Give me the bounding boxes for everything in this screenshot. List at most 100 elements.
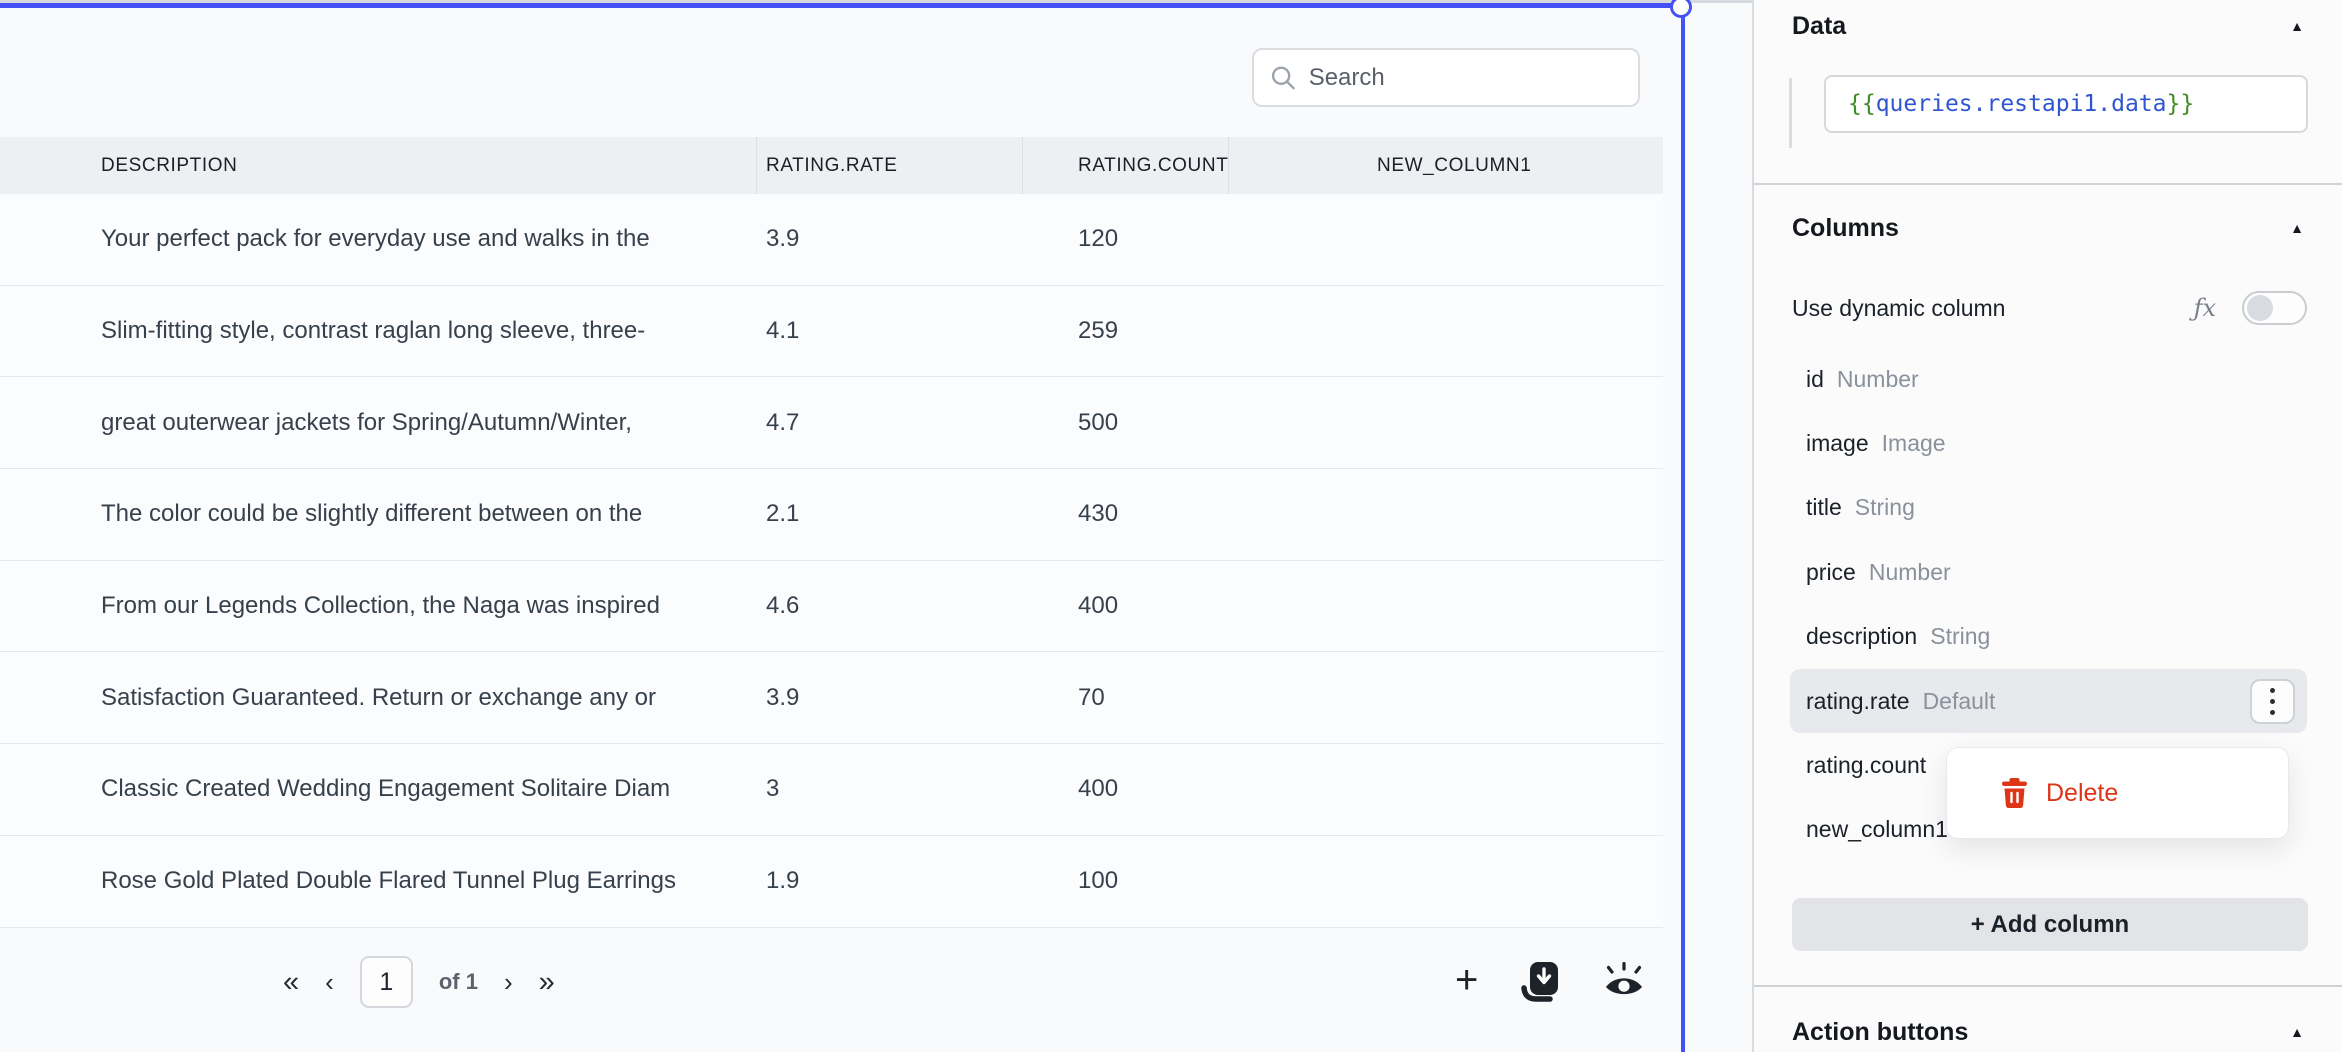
section-divider (1754, 183, 2342, 185)
download-icon[interactable] (1520, 961, 1560, 1003)
table-row[interactable]: great outerwear jackets for Spring/Autum… (0, 377, 1663, 469)
cell-rating-count[interactable]: 400 (1078, 561, 1238, 652)
cell-rating-rate[interactable]: 3.9 (766, 194, 1016, 285)
cell-rating-rate[interactable]: 4.6 (766, 561, 1016, 652)
code-query-path: queries.restapi1.data (1876, 91, 2167, 117)
column-name: id (1806, 366, 1824, 393)
cell-description[interactable]: Your perfect pack for everyday use and w… (101, 194, 746, 285)
collapse-triangle-icon[interactable]: ▲ (2290, 18, 2304, 34)
code-open-brace: {{ (1848, 91, 1876, 117)
cell-description[interactable]: Satisfaction Guaranteed. Return or excha… (101, 652, 746, 743)
section-header-columns[interactable]: Columns ▲ (1754, 206, 2342, 250)
pagination-prev-button[interactable]: ‹ (325, 967, 334, 998)
cell-description[interactable]: Slim-fitting style, contrast raglan long… (101, 286, 746, 377)
cell-rating-count[interactable]: 400 (1078, 744, 1238, 835)
search-input[interactable] (1309, 64, 1622, 92)
column-type: Default (1923, 688, 1996, 715)
pagination-first-button[interactable]: « (283, 966, 299, 999)
column-name: title (1806, 494, 1842, 521)
cell-rating-rate[interactable]: 1.9 (766, 836, 1016, 927)
dynamic-column-setting: Use dynamic column ƒx (1754, 284, 2342, 332)
column-type: String (1855, 494, 1915, 521)
table-search-box[interactable] (1252, 48, 1640, 107)
column-type: Number (1869, 559, 1951, 586)
header-rating-rate[interactable]: RATING.RATE (766, 137, 898, 194)
header-new-column1[interactable]: NEW_COLUMN1 (1377, 137, 1531, 194)
cell-rating-count[interactable]: 70 (1078, 652, 1238, 743)
dynamic-column-label: Use dynamic column (1792, 295, 2194, 322)
table-row[interactable]: Classic Created Wedding Engagement Solit… (0, 744, 1663, 836)
column-type: String (1930, 623, 1990, 650)
cell-rating-rate[interactable]: 2.1 (766, 469, 1016, 560)
header-rating-count[interactable]: RATING.COUNT (1078, 137, 1228, 194)
table-row[interactable]: Satisfaction Guaranteed. Return or excha… (0, 652, 1663, 744)
cell-rating-count[interactable]: 120 (1078, 194, 1238, 285)
cell-description[interactable]: The color could be slightly different be… (101, 469, 746, 560)
pagination-page-input[interactable]: 1 (360, 956, 413, 1008)
column-name: price (1806, 559, 1856, 586)
pagination-next-button[interactable]: › (504, 967, 513, 998)
table-row[interactable]: Slim-fitting style, contrast raglan long… (0, 286, 1663, 378)
cell-description[interactable]: Classic Created Wedding Engagement Solit… (101, 744, 746, 835)
section-header-action-buttons[interactable]: Action buttons ▲ (1754, 1010, 2342, 1052)
code-close-brace: }} (2167, 91, 2195, 117)
cell-rating-count[interactable]: 500 (1078, 377, 1238, 468)
cell-rating-rate[interactable]: 3 (766, 744, 1016, 835)
data-binding-input[interactable]: {{queries.restapi1.data}} (1824, 75, 2308, 133)
column-item-id[interactable]: id Number (1790, 347, 2307, 411)
table-row[interactable]: The color could be slightly different be… (0, 469, 1663, 561)
column-item-description[interactable]: description String (1790, 605, 2307, 669)
cell-description[interactable]: great outerwear jackets for Spring/Autum… (101, 377, 746, 468)
eye-icon[interactable] (1602, 962, 1646, 1002)
section-title: Action buttons (1792, 1018, 1968, 1047)
column-name: description (1806, 623, 1917, 650)
column-type: Image (1882, 430, 1946, 457)
column-name: image (1806, 430, 1869, 457)
column-type: Number (1837, 366, 1919, 393)
pagination: « ‹ 1 of 1 › » (283, 942, 555, 1022)
cell-description[interactable]: Rose Gold Plated Double Flared Tunnel Pl… (101, 836, 746, 927)
collapse-triangle-icon[interactable]: ▲ (2290, 1024, 2304, 1040)
selection-border-top (0, 3, 1683, 8)
indent-guide (1789, 78, 1792, 148)
search-icon (1270, 63, 1297, 93)
add-column-button[interactable]: + Add column (1792, 898, 2308, 951)
pagination-total-label: of 1 (439, 969, 478, 995)
cell-rating-rate[interactable]: 4.7 (766, 377, 1016, 468)
cell-rating-count[interactable]: 430 (1078, 469, 1238, 560)
column-menu-kebab-icon[interactable] (2250, 679, 2295, 724)
add-row-icon[interactable]: + (1455, 960, 1478, 1000)
inspector-panel: Data ▲ {{queries.restapi1.data}} Columns… (1752, 0, 2342, 1052)
column-name: new_column1 (1806, 816, 1948, 843)
toggle-knob (2247, 295, 2273, 321)
table-body: Your perfect pack for everyday use and w… (0, 194, 1663, 928)
table-row[interactable]: From our Legends Collection, the Naga wa… (0, 561, 1663, 653)
cell-rating-rate[interactable]: 3.9 (766, 652, 1016, 743)
header-description[interactable]: DESCRIPTION (101, 137, 237, 194)
column-divider[interactable] (1022, 137, 1023, 194)
table-row[interactable]: Rose Gold Plated Double Flared Tunnel Pl… (0, 836, 1663, 928)
delete-menu-item[interactable]: Delete (2046, 779, 2118, 808)
cell-description[interactable]: From our Legends Collection, the Naga wa… (101, 561, 746, 652)
column-name: rating.count (1806, 752, 1926, 779)
column-item-rating-rate[interactable]: rating.rate Default (1790, 669, 2307, 733)
fx-icon[interactable]: ƒx (2194, 294, 2216, 322)
column-item-image[interactable]: image Image (1790, 411, 2307, 475)
cell-rating-rate[interactable]: 4.1 (766, 286, 1016, 377)
table-header: DESCRIPTION RATING.RATE RATING.COUNT NEW… (0, 137, 1663, 194)
pagination-last-button[interactable]: » (539, 966, 555, 999)
column-divider[interactable] (756, 137, 757, 194)
table-footer: « ‹ 1 of 1 › » + (0, 942, 1663, 1022)
section-title: Data (1792, 12, 1846, 41)
column-item-price[interactable]: price Number (1790, 540, 2307, 604)
cell-rating-count[interactable]: 100 (1078, 836, 1238, 927)
cell-rating-count[interactable]: 259 (1078, 286, 1238, 377)
collapse-triangle-icon[interactable]: ▲ (2290, 220, 2304, 236)
column-name: rating.rate (1806, 688, 1910, 715)
column-item-title[interactable]: title String (1790, 476, 2307, 540)
column-context-menu: Delete (1946, 747, 2289, 839)
dynamic-column-toggle[interactable] (2242, 291, 2307, 325)
selection-resize-handle[interactable] (1670, 0, 1692, 18)
section-header-data[interactable]: Data ▲ (1754, 4, 2342, 48)
table-row[interactable]: Your perfect pack for everyday use and w… (0, 194, 1663, 286)
